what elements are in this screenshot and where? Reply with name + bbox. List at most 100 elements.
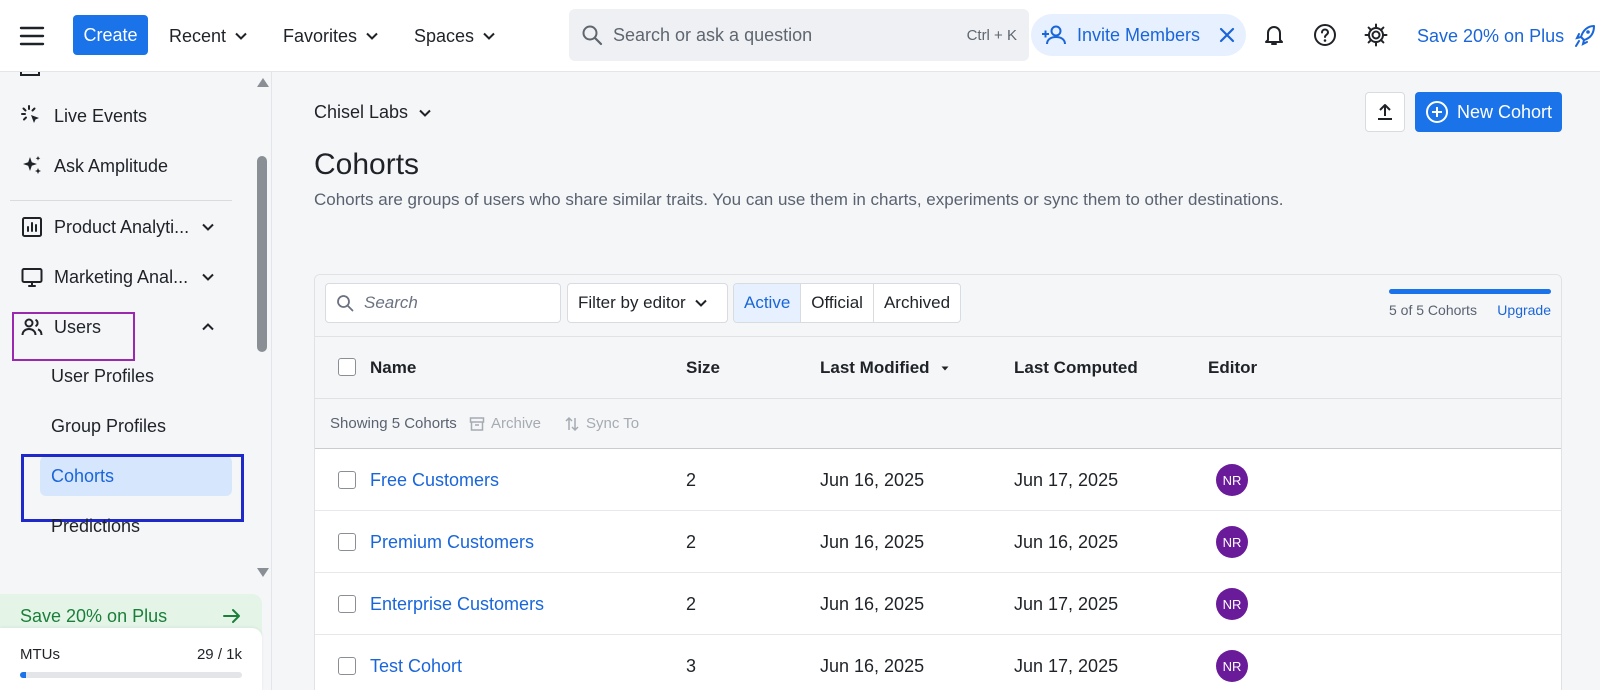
column-size[interactable]: Size xyxy=(686,358,720,378)
create-button[interactable]: Create xyxy=(73,15,148,55)
close-icon[interactable] xyxy=(1218,26,1236,44)
cohort-name-link[interactable]: Test Cohort xyxy=(370,656,462,677)
sidebar-item-live-events[interactable]: Live Events xyxy=(10,94,232,138)
chevron-down-icon xyxy=(483,32,495,40)
search-shortcut: Ctrl + K xyxy=(966,26,1017,44)
tab-official[interactable]: Official xyxy=(801,284,874,322)
global-search-placeholder: Search or ask a question xyxy=(613,24,813,45)
archive-action[interactable]: Archive xyxy=(469,415,541,432)
editor-avatar[interactable]: NR xyxy=(1216,464,1248,496)
partial-nav-icon xyxy=(20,72,40,76)
cohort-last-computed: Jun 16, 2025 xyxy=(1014,532,1119,552)
editor-avatar[interactable]: NR xyxy=(1216,588,1248,620)
sidebar-item-product-analytics[interactable]: Product Analyti... xyxy=(10,205,232,249)
scroll-thumb[interactable] xyxy=(257,156,267,352)
org-selector[interactable]: Chisel Labs xyxy=(314,102,432,123)
nav-recent[interactable]: Recent xyxy=(169,22,248,50)
sidebar-divider xyxy=(10,200,232,201)
editor-avatar[interactable]: NR xyxy=(1216,650,1248,682)
nav-favorites[interactable]: Favorites xyxy=(283,22,379,50)
nav-spaces[interactable]: Spaces xyxy=(414,22,496,50)
sidebar: Live Events Ask Amplitude Product Analyt… xyxy=(0,72,272,690)
save-plus-link[interactable]: Save 20% on Plus xyxy=(1417,22,1596,50)
select-all-checkbox[interactable] xyxy=(338,358,356,376)
cohort-name-link[interactable]: Premium Customers xyxy=(370,532,534,553)
cohort-size: 2 xyxy=(686,470,697,490)
top-bar: Create Recent Favorites Spaces Search or… xyxy=(0,0,1600,72)
new-cohort-label: New Cohort xyxy=(1457,101,1553,122)
sync-to-action[interactable]: Sync To xyxy=(564,415,639,432)
archive-icon xyxy=(469,416,485,431)
column-editor[interactable]: Editor xyxy=(1208,358,1257,378)
search-icon xyxy=(337,295,354,312)
scroll-up-arrow[interactable] xyxy=(257,78,269,87)
editor-avatar[interactable]: NR xyxy=(1216,526,1248,558)
quota-bar-track xyxy=(1389,289,1551,294)
column-last-modified[interactable]: Last Modified xyxy=(820,358,950,378)
arrow-right-icon xyxy=(223,609,240,623)
tab-archived[interactable]: Archived xyxy=(874,284,960,322)
cohort-name-link[interactable]: Enterprise Customers xyxy=(370,594,544,615)
cohort-search-input[interactable] xyxy=(364,293,544,313)
live-events-icon xyxy=(21,105,39,123)
export-button[interactable] xyxy=(1365,92,1405,132)
sidebar-item-label: Ask Amplitude xyxy=(54,155,169,176)
mtu-usage-card: MTUs 29 / 1k xyxy=(0,628,262,690)
chevron-down-icon xyxy=(366,32,378,40)
sidebar-subitem-user-profiles[interactable]: User Profiles xyxy=(40,356,232,396)
column-name[interactable]: Name xyxy=(370,358,416,378)
new-cohort-button[interactable]: New Cohort xyxy=(1415,92,1562,132)
column-last-computed[interactable]: Last Computed xyxy=(1014,358,1138,378)
row-checkbox[interactable] xyxy=(338,595,356,613)
sidebar-item-users[interactable]: Users xyxy=(10,305,232,349)
upgrade-link[interactable]: Upgrade xyxy=(1497,302,1551,318)
sidebar-subitem-group-profiles[interactable]: Group Profiles xyxy=(40,406,232,446)
org-label: Chisel Labs xyxy=(314,102,409,122)
sidebar-item-ask-amplitude[interactable]: Ask Amplitude xyxy=(10,144,232,188)
showing-count: Showing 5 Cohorts xyxy=(330,415,457,432)
archive-label: Archive xyxy=(491,415,542,432)
table-row: Test Cohort 3 Jun 16, 2025 Jun 17, 2025 … xyxy=(315,635,1561,690)
help-icon[interactable] xyxy=(1312,22,1338,48)
page-title: Cohorts xyxy=(314,148,420,181)
cohort-name-link[interactable]: Free Customers xyxy=(370,470,499,491)
chevron-down-icon xyxy=(694,299,707,307)
global-search[interactable]: Search or ask a question Ctrl + K xyxy=(569,9,1029,61)
bell-icon[interactable] xyxy=(1261,22,1287,48)
filter-by-editor-dropdown[interactable]: Filter by editor xyxy=(567,283,728,323)
nav-favorites-label: Favorites xyxy=(283,25,358,46)
chevron-down-icon xyxy=(419,109,431,117)
sync-icon xyxy=(565,416,579,431)
chevron-down-icon xyxy=(235,32,247,40)
cohort-size: 2 xyxy=(686,532,697,552)
invite-members-button[interactable]: Invite Members xyxy=(1031,14,1246,56)
gear-icon[interactable] xyxy=(1363,22,1389,48)
sidebar-scrollbar[interactable] xyxy=(254,72,270,582)
upload-icon xyxy=(1378,104,1392,120)
cohort-search[interactable] xyxy=(325,283,561,323)
tab-active[interactable]: Active xyxy=(734,284,802,322)
sidebar-subitem-cohorts[interactable]: Cohorts xyxy=(40,456,232,496)
scroll-down-arrow[interactable] xyxy=(257,568,269,577)
save-plus-label: Save 20% on Plus xyxy=(1417,25,1565,46)
chevron-up-icon xyxy=(202,323,214,331)
upgrade-promo-label: Save 20% on Plus xyxy=(20,605,168,626)
cohort-last-computed: Jun 17, 2025 xyxy=(1014,656,1119,676)
plus-circle-icon xyxy=(1426,101,1448,123)
column-last-modified-label: Last Modified xyxy=(820,358,930,377)
menu-icon[interactable] xyxy=(18,22,46,50)
nav-recent-label: Recent xyxy=(169,25,227,46)
sidebar-subitem-predictions[interactable]: Predictions xyxy=(40,506,232,546)
chevron-down-icon xyxy=(202,273,214,281)
row-checkbox[interactable] xyxy=(338,657,356,675)
nav-spaces-label: Spaces xyxy=(414,25,475,46)
sidebar-item-marketing-analytics[interactable]: Marketing Anal... xyxy=(10,255,232,299)
mtu-progress-bar xyxy=(20,672,242,678)
add-person-icon xyxy=(1042,25,1066,45)
row-checkbox[interactable] xyxy=(338,471,356,489)
sidebar-item-label: Product Analyti... xyxy=(54,216,190,237)
rocket-icon xyxy=(1575,25,1596,47)
cohorts-table-card: Filter by editor Active Official Archive… xyxy=(314,274,1562,690)
row-checkbox[interactable] xyxy=(338,533,356,551)
cohort-size: 2 xyxy=(686,594,697,614)
